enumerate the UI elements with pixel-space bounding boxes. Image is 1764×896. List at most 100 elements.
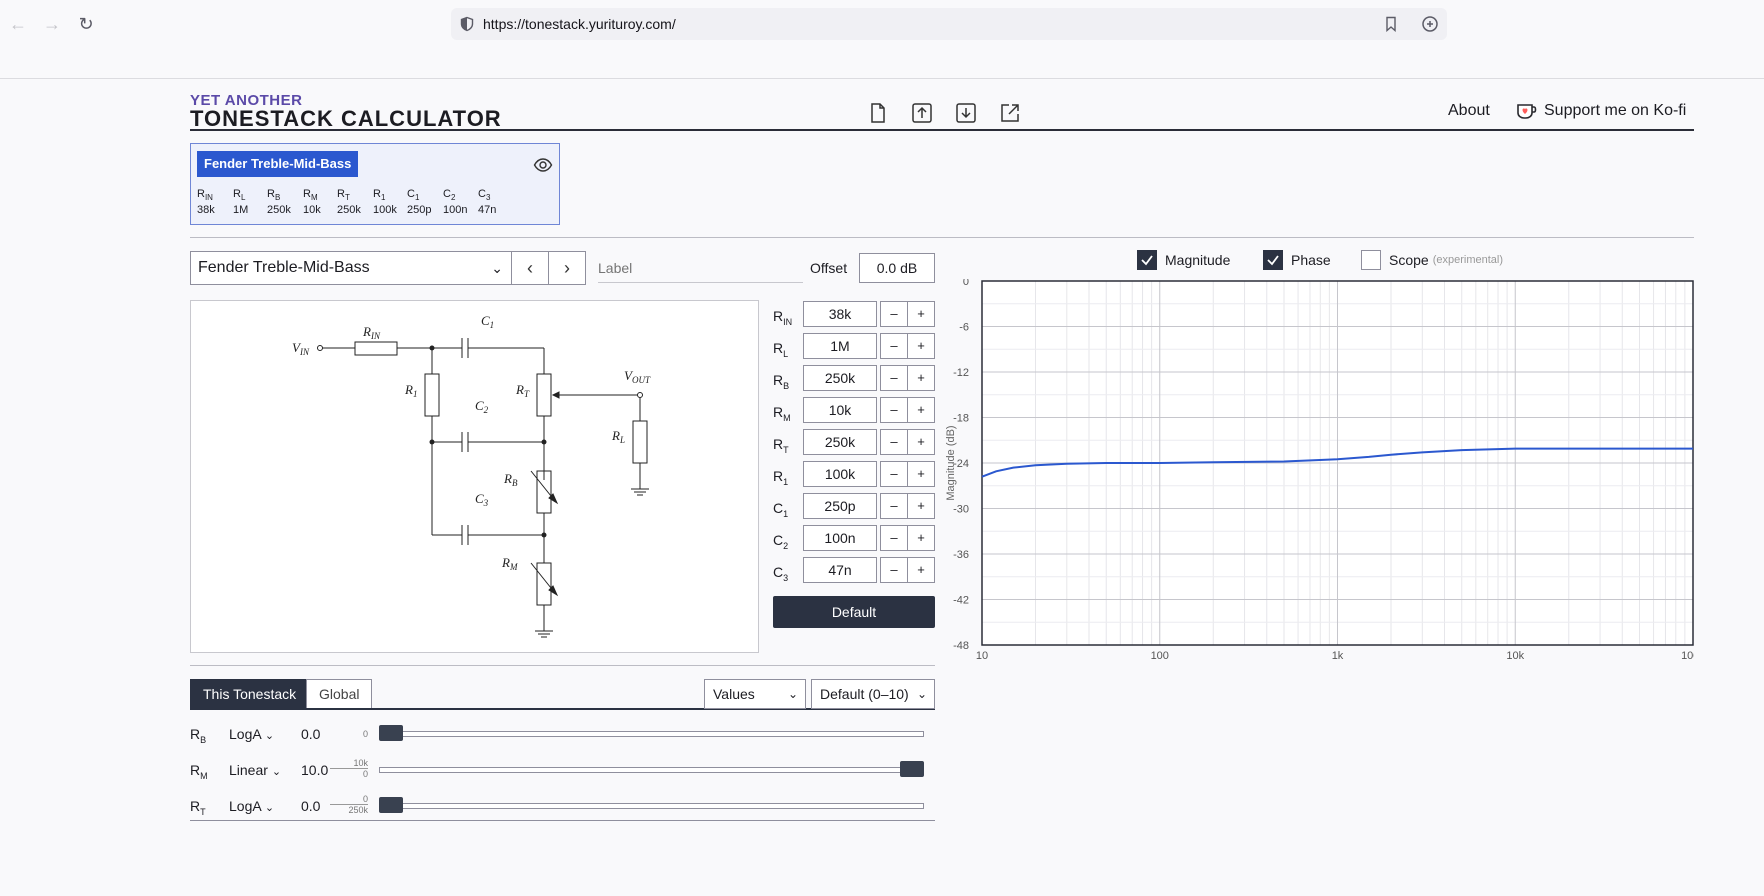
component-symbol: R: [773, 308, 784, 324]
preset-card-symbol: C2: [443, 188, 455, 202]
external-link-icon[interactable]: [998, 101, 1022, 125]
increment-button[interactable]: +: [907, 429, 935, 455]
shield-icon[interactable]: [459, 16, 475, 32]
chevron-down-icon: ⌄: [491, 260, 503, 276]
component-value-input[interactable]: 47n: [803, 557, 877, 583]
mode-select-value: Values: [713, 686, 755, 702]
decrement-button[interactable]: –: [880, 525, 908, 551]
component-sub: M: [783, 412, 791, 423]
upload-icon[interactable]: [910, 101, 934, 125]
magnitude-toggle[interactable]: Magnitude: [1137, 249, 1230, 271]
increment-button[interactable]: +: [907, 525, 935, 551]
chevron-down-icon: ⌄: [787, 687, 798, 701]
increment-button[interactable]: +: [907, 397, 935, 423]
preset-card[interactable]: Fender Treble-Mid-Bass RIN RL RB RM RT R1 C1 C2…: [190, 143, 560, 225]
component-value-input[interactable]: 10k: [803, 397, 877, 423]
next-preset-button[interactable]: ›: [548, 251, 586, 285]
mode-select[interactable]: Values ⌄: [704, 679, 806, 709]
reload-icon[interactable]: ↻: [74, 12, 98, 36]
decrement-button[interactable]: –: [880, 365, 908, 391]
increment-button[interactable]: +: [907, 333, 935, 359]
pot-slider-track[interactable]: [379, 731, 924, 737]
label-input[interactable]: [598, 253, 803, 283]
download-icon[interactable]: [954, 101, 978, 125]
prev-preset-button[interactable]: ‹: [511, 251, 549, 285]
symbol-sub: 2: [450, 193, 456, 203]
taper-select[interactable]: LogA ⌄: [229, 726, 274, 742]
component-label: C2: [773, 532, 799, 551]
decrement-button[interactable]: –: [880, 429, 908, 455]
scale-select[interactable]: Default (0–10) ⌄: [811, 679, 935, 709]
component-value-input[interactable]: 38k: [803, 301, 877, 327]
decrement-button[interactable]: –: [880, 301, 908, 327]
svg-text:R1: R1: [404, 382, 417, 399]
pot-slider-handle[interactable]: [379, 797, 403, 813]
schematic-rm-label: R: [501, 555, 510, 570]
component-symbol: R: [773, 340, 784, 356]
x-tick-label: 100k: [1681, 650, 1694, 659]
component-value-input[interactable]: 1M: [803, 333, 877, 359]
default-button[interactable]: Default: [773, 596, 935, 628]
taper-select[interactable]: Linear ⌄: [229, 762, 281, 778]
decrement-button[interactable]: –: [880, 397, 908, 423]
increment-button[interactable]: +: [907, 365, 935, 391]
decrement-button[interactable]: –: [880, 333, 908, 359]
kofi-link[interactable]: Support me on Ko-fi: [1516, 102, 1686, 120]
pot-label: RB: [190, 726, 206, 745]
increment-button[interactable]: +: [907, 493, 935, 519]
x-tick-label: 10: [976, 650, 988, 659]
component-label: C3: [773, 564, 799, 583]
about-link[interactable]: About: [1448, 102, 1490, 120]
preset-card-name[interactable]: Fender Treble-Mid-Bass: [197, 151, 359, 177]
increment-button[interactable]: +: [907, 301, 935, 327]
symbol-letter: R: [233, 188, 241, 200]
component-symbol: R: [773, 372, 784, 388]
preset-card-symbol: R1: [373, 188, 385, 202]
tab-this-tonestack[interactable]: This Tonestack: [190, 679, 310, 709]
forward-icon[interactable]: →: [40, 12, 64, 36]
extension-chat-icon[interactable]: [1421, 15, 1439, 33]
new-file-icon[interactable]: [866, 101, 890, 125]
preset-card-symbol: RT: [337, 188, 350, 202]
scope-checkbox[interactable]: [1361, 250, 1381, 270]
schematic-rt-sub: T: [524, 389, 530, 399]
url-bar[interactable]: https://tonestack.yurituroy.com/: [451, 8, 1447, 40]
y-tick-label: 0: [963, 279, 969, 288]
component-value-input[interactable]: 250p: [803, 493, 877, 519]
svg-text:RB: RB: [503, 471, 518, 488]
component-sub: T: [783, 444, 789, 455]
increment-button[interactable]: +: [907, 557, 935, 583]
tab-global[interactable]: Global: [306, 679, 373, 709]
magnitude-plot[interactable]: 0-6-12-18-24-30-36-42-48101001k10k100kMa…: [941, 279, 1694, 659]
y-tick-label: -18: [953, 413, 969, 425]
pot-slider-handle[interactable]: [379, 725, 403, 741]
offset-input[interactable]: 0.0 dB: [859, 253, 935, 283]
preset-select[interactable]: Fender Treble-Mid-Bass ⌄: [190, 251, 512, 285]
pot-row: RM Linear ⌄ 10.0 10k 0: [190, 756, 935, 784]
magnitude-checkbox[interactable]: [1137, 250, 1157, 270]
component-label: RB: [773, 372, 799, 391]
component-value-input[interactable]: 100n: [803, 525, 877, 551]
phase-checkbox[interactable]: [1263, 250, 1283, 270]
component-value-input[interactable]: 250k: [803, 429, 877, 455]
eye-icon[interactable]: [533, 155, 553, 175]
pot-slider-track[interactable]: [379, 767, 924, 773]
decrement-button[interactable]: –: [880, 557, 908, 583]
svg-text:RL: RL: [611, 428, 625, 445]
decrement-button[interactable]: –: [880, 493, 908, 519]
back-icon[interactable]: ←: [6, 12, 30, 36]
component-value-input[interactable]: 100k: [803, 461, 877, 487]
phase-toggle[interactable]: Phase: [1263, 249, 1331, 271]
taper-select[interactable]: LogA ⌄: [229, 798, 274, 814]
increment-button[interactable]: +: [907, 461, 935, 487]
x-tick-label: 1k: [1332, 650, 1344, 659]
symbol-letter: R: [197, 188, 205, 200]
scope-toggle[interactable]: Scope (experimental): [1361, 249, 1503, 271]
component-value-input[interactable]: 250k: [803, 365, 877, 391]
decrement-button[interactable]: –: [880, 461, 908, 487]
bookmark-icon[interactable]: [1383, 16, 1399, 32]
pot-slider-track[interactable]: [379, 803, 924, 809]
url-text[interactable]: https://tonestack.yurituroy.com/: [483, 16, 676, 32]
pot-symbol: R: [190, 798, 201, 814]
pot-slider-handle[interactable]: [900, 761, 924, 777]
